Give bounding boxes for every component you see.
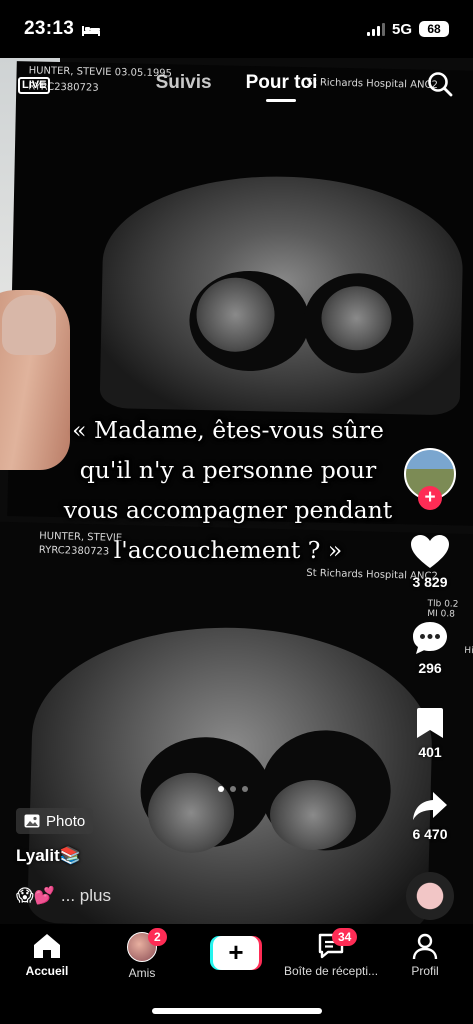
tab-profile-label: Profil xyxy=(411,964,439,978)
comment-count: 296 xyxy=(418,660,442,676)
tab-suivis[interactable]: Suivis xyxy=(156,72,212,94)
post-description[interactable]: 😱💕 ... plus xyxy=(16,886,111,906)
comment-icon xyxy=(413,622,447,654)
status-bar: 23:13 5G 68 xyxy=(0,0,473,58)
image-icon xyxy=(24,814,40,828)
like-button[interactable]: 3 829 xyxy=(410,534,450,590)
creator-username[interactable]: Lyalit📚 xyxy=(16,846,81,866)
tab-home-label: Accueil xyxy=(25,964,69,978)
friends-badge: 2 xyxy=(148,928,167,946)
inbox-badge: 34 xyxy=(332,928,358,946)
comment-button[interactable]: 296 xyxy=(411,620,449,676)
overlay-caption: « Madame, êtes-vous sûre qu'il n'y a per… xyxy=(38,410,418,570)
bookmark-icon xyxy=(417,708,443,738)
home-indicator xyxy=(152,1008,322,1014)
share-count: 6 470 xyxy=(412,826,448,842)
creator-avatar[interactable]: + xyxy=(404,448,456,510)
like-count: 3 829 xyxy=(412,574,448,590)
status-time: 23:13 xyxy=(24,18,75,39)
photo-chip-label: Photo xyxy=(46,812,86,830)
description-emojis: 😱💕 xyxy=(16,886,55,905)
scan-side-label: Hi xyxy=(464,645,473,657)
carousel-indicator xyxy=(218,786,248,792)
caption-line: qu'il n'y a personne pour xyxy=(79,456,377,484)
tab-inbox-label: Boîte de récepti... xyxy=(283,964,379,978)
tab-profile[interactable]: Profil xyxy=(375,932,473,978)
carousel-dot xyxy=(230,786,236,792)
save-button[interactable]: 401 xyxy=(415,706,445,760)
share-button[interactable]: 6 470 xyxy=(412,790,448,842)
heart-icon xyxy=(411,535,449,568)
photo-mode-chip[interactable]: Photo xyxy=(16,808,94,834)
music-disc-icon[interactable] xyxy=(406,872,454,920)
see-more-link[interactable]: ... plus xyxy=(61,886,111,906)
home-icon xyxy=(34,934,60,958)
carousel-dot xyxy=(242,786,248,792)
caption-line: l'accouchement ? » xyxy=(113,536,343,564)
tab-pour-toi[interactable]: Pour toi xyxy=(246,72,318,94)
search-icon[interactable] xyxy=(427,71,453,97)
plus-icon: + xyxy=(213,936,259,970)
carousel-dot xyxy=(218,786,224,792)
action-rail: + 3 829 296 401 6 470 xyxy=(399,448,461,920)
share-icon xyxy=(413,792,447,820)
tab-inbox[interactable]: 34 Boîte de récepti... xyxy=(281,928,381,978)
live-icon: LIVE xyxy=(18,77,51,94)
create-button[interactable]: + xyxy=(210,936,262,970)
network-type: 5G xyxy=(391,20,412,38)
sleep-mode-icon xyxy=(82,23,101,36)
follow-plus-icon[interactable]: + xyxy=(418,486,442,510)
profile-icon xyxy=(412,933,438,960)
tab-home[interactable]: Accueil xyxy=(0,932,97,978)
caption-line: « Madame, êtes-vous sûre xyxy=(72,416,384,444)
tab-friends[interactable]: 2 Amis xyxy=(92,928,192,980)
live-button[interactable]: LIVE xyxy=(18,70,51,96)
caption-line: vous accompagner pendant xyxy=(63,496,393,524)
battery-indicator: 68 xyxy=(419,21,449,37)
signal-icon xyxy=(366,22,385,36)
save-count: 401 xyxy=(418,744,442,760)
tab-friends-label: Amis xyxy=(128,966,156,980)
top-navigation: LIVE Suivis Pour toi xyxy=(0,58,473,108)
